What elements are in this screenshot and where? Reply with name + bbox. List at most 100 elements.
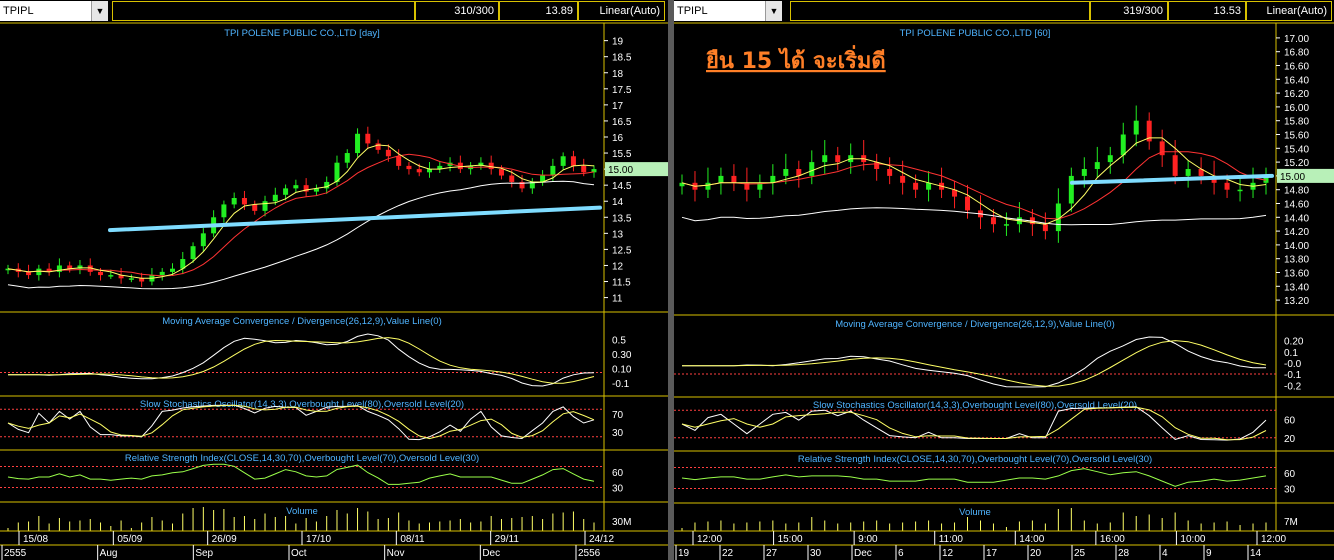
- x-bottom-label: 28: [1118, 548, 1130, 559]
- price-tick-label: 18.5: [612, 53, 632, 64]
- candle-body: [990, 217, 996, 225]
- candle-body: [498, 169, 504, 176]
- candle-body: [221, 204, 227, 218]
- macd-tick-label: -0.1: [1284, 370, 1302, 381]
- candle-body: [200, 233, 206, 247]
- candle-body: [355, 133, 361, 154]
- volume-panel-title: Volume: [959, 507, 991, 518]
- volume-panel-title: Volume: [286, 506, 318, 517]
- price-tick-label: 14.40: [1284, 213, 1309, 224]
- x-top-label: 08/11: [400, 534, 425, 545]
- price-tick-label: 13.80: [1284, 255, 1309, 266]
- candle-body: [272, 194, 278, 202]
- support-trendline: [1070, 173, 1274, 185]
- x-bottom-label: 4: [1162, 548, 1168, 559]
- x-top-label: 15/08: [23, 534, 48, 545]
- price-tick-label: 15.5: [612, 149, 632, 160]
- x-bottom-label: 6: [898, 548, 904, 559]
- candle-body: [231, 198, 237, 205]
- price-tick-label: 16.20: [1284, 89, 1309, 100]
- price-tick-label: 17.5: [612, 85, 632, 96]
- candle-body: [1042, 224, 1048, 232]
- x-top-label: 24/12: [589, 534, 614, 545]
- candle-body: [1237, 189, 1243, 192]
- candle-body: [241, 198, 247, 205]
- x-bottom-label: 17: [986, 548, 998, 559]
- price-tick-label: 15.80: [1284, 117, 1309, 128]
- ma-long-line: [681, 207, 1267, 226]
- candle-body: [900, 175, 906, 183]
- rsi-tick-label: 60: [612, 468, 624, 479]
- x-top-label: 12:00: [697, 534, 722, 545]
- price-tick-label: 13.5: [612, 213, 632, 224]
- price-tick-label: 15.20: [1284, 158, 1309, 169]
- rsi-tick-label: 30: [1284, 485, 1296, 496]
- price-tick-label: 15.60: [1284, 131, 1309, 142]
- candle-body: [98, 271, 104, 276]
- candle-body: [809, 162, 815, 176]
- chart-canvas-hourly[interactable]: TPI POLENE PUBLIC CO.,LTD [60] 17.00 16.80…: [674, 0, 1334, 560]
- price-tick-label: 14.00: [1284, 241, 1309, 252]
- candle-body: [1120, 134, 1126, 156]
- candle-body: [731, 175, 737, 183]
- candle-body: [190, 246, 196, 260]
- chart-canvas-daily[interactable]: TPI POLENE PUBLIC CO.,LTD [day] 19 18.5 18 1…: [0, 0, 668, 560]
- macd-tick-label: 0.1: [1284, 348, 1298, 359]
- rsi-line: [7, 463, 595, 485]
- candle-body: [1094, 162, 1100, 169]
- macd-panel-title: Moving Average Convergence / Divergence(…: [162, 316, 442, 327]
- current-price-label: 15.00: [608, 165, 633, 176]
- rsi-panel-title: Relative Strength Index(CLOSE,14,30,70),…: [798, 454, 1152, 465]
- candle-body: [488, 162, 494, 170]
- price-tick-label: 16.5: [612, 117, 632, 128]
- price-tick-label: 17.00: [1284, 34, 1309, 45]
- rsi-line: [681, 468, 1267, 487]
- candle-body: [252, 204, 258, 211]
- x-bottom-label: 25: [1074, 548, 1086, 559]
- price-tick-label: 16.40: [1284, 75, 1309, 86]
- candle-body: [887, 169, 893, 176]
- x-top-label: 15:00: [778, 534, 803, 545]
- macd-tick-label: 0.5: [612, 335, 626, 346]
- price-tick-label: 18: [612, 69, 624, 80]
- x-top-label: 9:00: [858, 534, 878, 545]
- candle-body: [169, 268, 175, 272]
- price-tick-label: 14.80: [1284, 186, 1309, 197]
- candle-body: [926, 182, 932, 190]
- price-tick-label: 14: [612, 197, 624, 208]
- candle-body: [159, 271, 165, 276]
- candle-body: [396, 156, 402, 166]
- candle-body: [835, 155, 841, 163]
- candle-body: [581, 165, 587, 173]
- price-tick-label: 13: [612, 229, 624, 240]
- macd-tick-label: -0.2: [1284, 381, 1302, 392]
- macd-signal-line: [682, 340, 1267, 387]
- macd-panel-title: Moving Average Convergence / Divergence(…: [835, 319, 1115, 330]
- x-bottom-label: Dec: [482, 548, 500, 559]
- x-top-label: 26/09: [212, 534, 237, 545]
- stoch-d-line: [681, 406, 1267, 441]
- candle-body: [1003, 224, 1009, 226]
- stoch-k-line: [681, 406, 1267, 441]
- price-tick-label: 12.5: [612, 245, 632, 256]
- support-trendline: [108, 205, 602, 233]
- candle-body: [1172, 155, 1178, 176]
- price-tick-label: 11.5: [612, 278, 631, 289]
- price-tick-label: 14.20: [1284, 227, 1309, 238]
- candle-body: [344, 153, 350, 163]
- price-tick-label: 13.20: [1284, 296, 1309, 307]
- macd-tick-label: -0.1: [612, 379, 630, 390]
- x-top-label: 10:00: [1180, 534, 1205, 545]
- x-top-label: 12:00: [1261, 534, 1286, 545]
- x-bottom-label: 19: [678, 548, 690, 559]
- price-tick-label: 14.5: [612, 181, 632, 192]
- x-top-label: 29/11: [495, 534, 520, 545]
- candle-body: [560, 156, 566, 166]
- rsi-panel-title: Relative Strength Index(CLOSE,14,30,70),…: [125, 453, 479, 464]
- price-tick-label: 13.40: [1284, 282, 1309, 293]
- annotation-text: ยืน 15 ได้ จะเริ่มดี: [706, 44, 886, 74]
- volume-tick-label: 30M: [612, 517, 631, 528]
- candle-body: [1107, 155, 1113, 163]
- price-tick-label: 15.40: [1284, 144, 1309, 155]
- price-tick-label: 13.60: [1284, 269, 1309, 280]
